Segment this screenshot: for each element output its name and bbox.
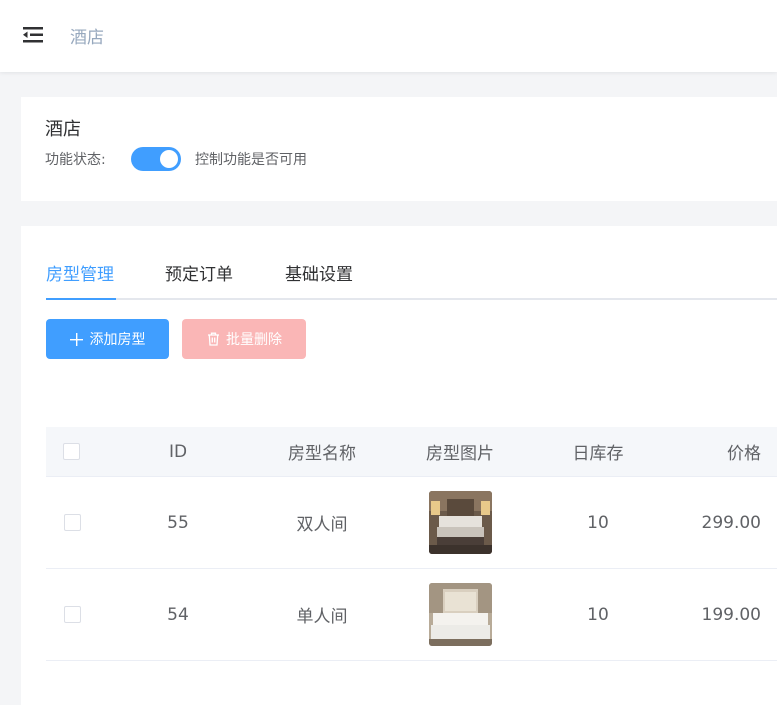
- table-header: ID 房型名称 房型图片 日库存 价格: [46, 427, 777, 477]
- row-stock: 10: [587, 604, 609, 625]
- plus-icon: [70, 332, 84, 346]
- room-photo-single[interactable]: [428, 583, 492, 646]
- header-checkbox-cell: [46, 427, 96, 476]
- tab-orders[interactable]: 预定订单: [165, 260, 233, 300]
- breadcrumb: 酒店: [70, 28, 104, 48]
- add-room-type-button[interactable]: 添加房型: [46, 319, 169, 359]
- row-checkbox-cell: [46, 569, 98, 660]
- row-name: 单人间: [296, 607, 348, 627]
- room-management-card: 房型管理 预定订单 基础设置 添加房型 批量删除 ID 房型名称 房型图片 日库…: [21, 226, 777, 705]
- tab-settings[interactable]: 基础设置: [285, 260, 353, 300]
- column-header-image: 房型图片: [426, 444, 494, 464]
- column-header-stock: 日库存: [572, 444, 624, 464]
- tab-room-types[interactable]: 房型管理: [46, 260, 114, 300]
- column-header-price: 价格: [727, 444, 761, 464]
- row-checkbox[interactable]: [63, 514, 81, 531]
- row-id: 55: [167, 512, 189, 533]
- batch-delete-button[interactable]: 批量删除: [182, 319, 306, 359]
- top-bar: 酒店: [0, 0, 777, 72]
- row-checkbox[interactable]: [63, 606, 81, 623]
- column-header-id: ID: [168, 441, 188, 462]
- row-price: 299.00: [701, 512, 761, 533]
- room-type-table: ID 房型名称 房型图片 日库存 价格 55 双人间 10 299.00 54 …: [46, 427, 777, 661]
- column-header-name: 房型名称: [288, 444, 356, 464]
- row-image-cell: [410, 569, 510, 660]
- table-row: 55 双人间 10 299.00: [46, 477, 777, 569]
- select-all-checkbox[interactable]: [62, 443, 80, 460]
- status-switch[interactable]: [131, 147, 181, 171]
- row-id: 54: [167, 604, 189, 625]
- row-image-cell: [410, 477, 510, 568]
- tab-active-indicator: [46, 298, 116, 300]
- batch-delete-label: 批量删除: [226, 332, 282, 348]
- status-label: 功能状态:: [45, 152, 106, 168]
- trash-icon: [206, 332, 220, 346]
- menu-fold-icon[interactable]: [22, 24, 44, 46]
- row-stock: 10: [587, 512, 609, 533]
- table-row: 54 单人间 10 199.00: [46, 569, 777, 661]
- row-checkbox-cell: [46, 477, 98, 568]
- plugin-info-card: 酒店 功能状态: 控制功能是否可用: [21, 97, 777, 201]
- tab-bar: 房型管理 预定订单 基础设置: [46, 260, 777, 300]
- room-photo-double[interactable]: [428, 491, 492, 554]
- status-description: 控制功能是否可用: [195, 152, 307, 168]
- add-room-type-label: 添加房型: [89, 332, 146, 348]
- plugin-title: 酒店: [45, 119, 81, 140]
- switch-knob: [160, 150, 178, 168]
- row-price: 199.00: [701, 604, 761, 625]
- row-name: 双人间: [296, 515, 348, 535]
